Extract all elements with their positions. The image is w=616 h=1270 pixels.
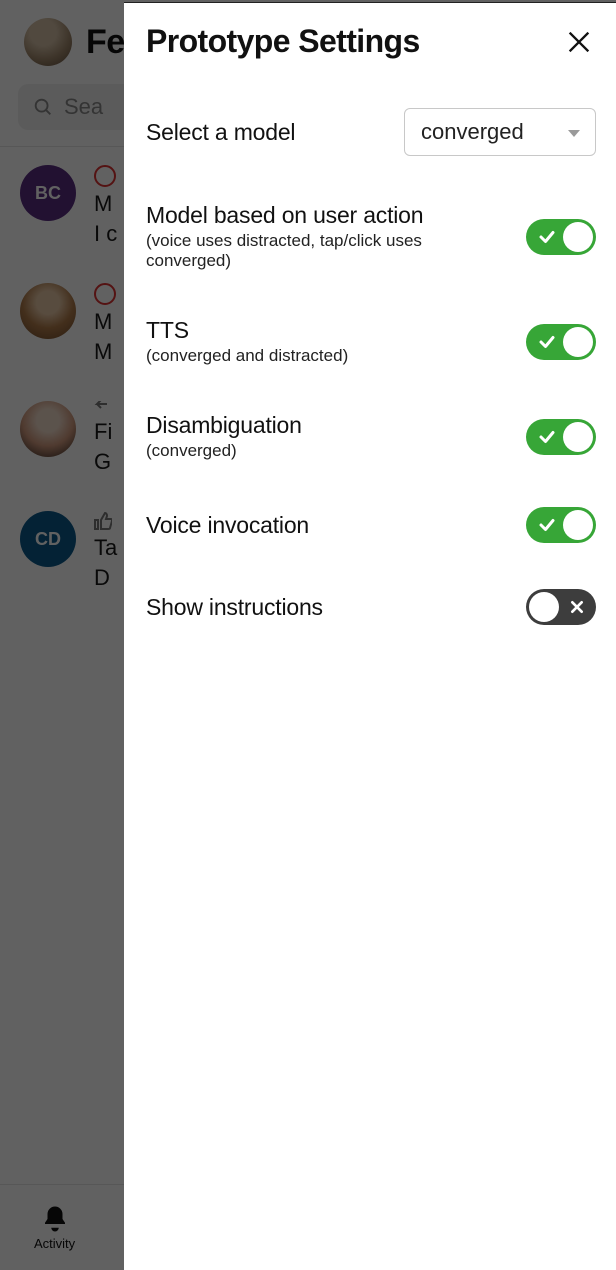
cross-icon [569,599,585,615]
checkmark-icon [538,333,556,351]
setting-model-based-on-user-action: Model based on user action (voice uses d… [146,202,596,271]
setting-sublabel: (converged) [146,441,302,461]
chevron-down-icon [567,119,581,145]
close-icon [565,28,593,56]
toggle-show-instructions[interactable] [526,589,596,625]
panel-title: Prototype Settings [146,23,420,60]
toggle-voice-invocation[interactable] [526,507,596,543]
checkmark-icon [538,428,556,446]
toggle-tts[interactable] [526,324,596,360]
model-select-row: Select a model converged [146,108,596,156]
toggle-knob [563,222,593,252]
setting-label: Show instructions [146,594,323,621]
setting-disambiguation: Disambiguation (converged) [146,412,596,461]
setting-voice-invocation: Voice invocation [146,507,596,543]
panel-header: Prototype Settings [146,23,596,60]
model-select-value: converged [421,119,524,144]
close-button[interactable] [562,25,596,59]
checkmark-icon [538,516,556,534]
toggle-knob [529,592,559,622]
setting-sublabel: (voice uses distracted, tap/click uses c… [146,231,510,271]
setting-label: TTS [146,317,348,344]
model-select-label: Select a model [146,119,295,146]
setting-show-instructions: Show instructions [146,589,596,625]
toggle-knob [563,510,593,540]
settings-panel: Prototype Settings Select a model conver… [124,2,616,1270]
model-select[interactable]: converged [404,108,596,156]
toggle-disambiguation[interactable] [526,419,596,455]
setting-tts: TTS (converged and distracted) [146,317,596,366]
setting-sublabel: (converged and distracted) [146,346,348,366]
setting-label: Model based on user action [146,202,510,229]
toggle-knob [563,422,593,452]
setting-label: Disambiguation [146,412,302,439]
checkmark-icon [538,228,556,246]
setting-label: Voice invocation [146,512,309,539]
toggle-model-based-on-user-action[interactable] [526,219,596,255]
toggle-knob [563,327,593,357]
